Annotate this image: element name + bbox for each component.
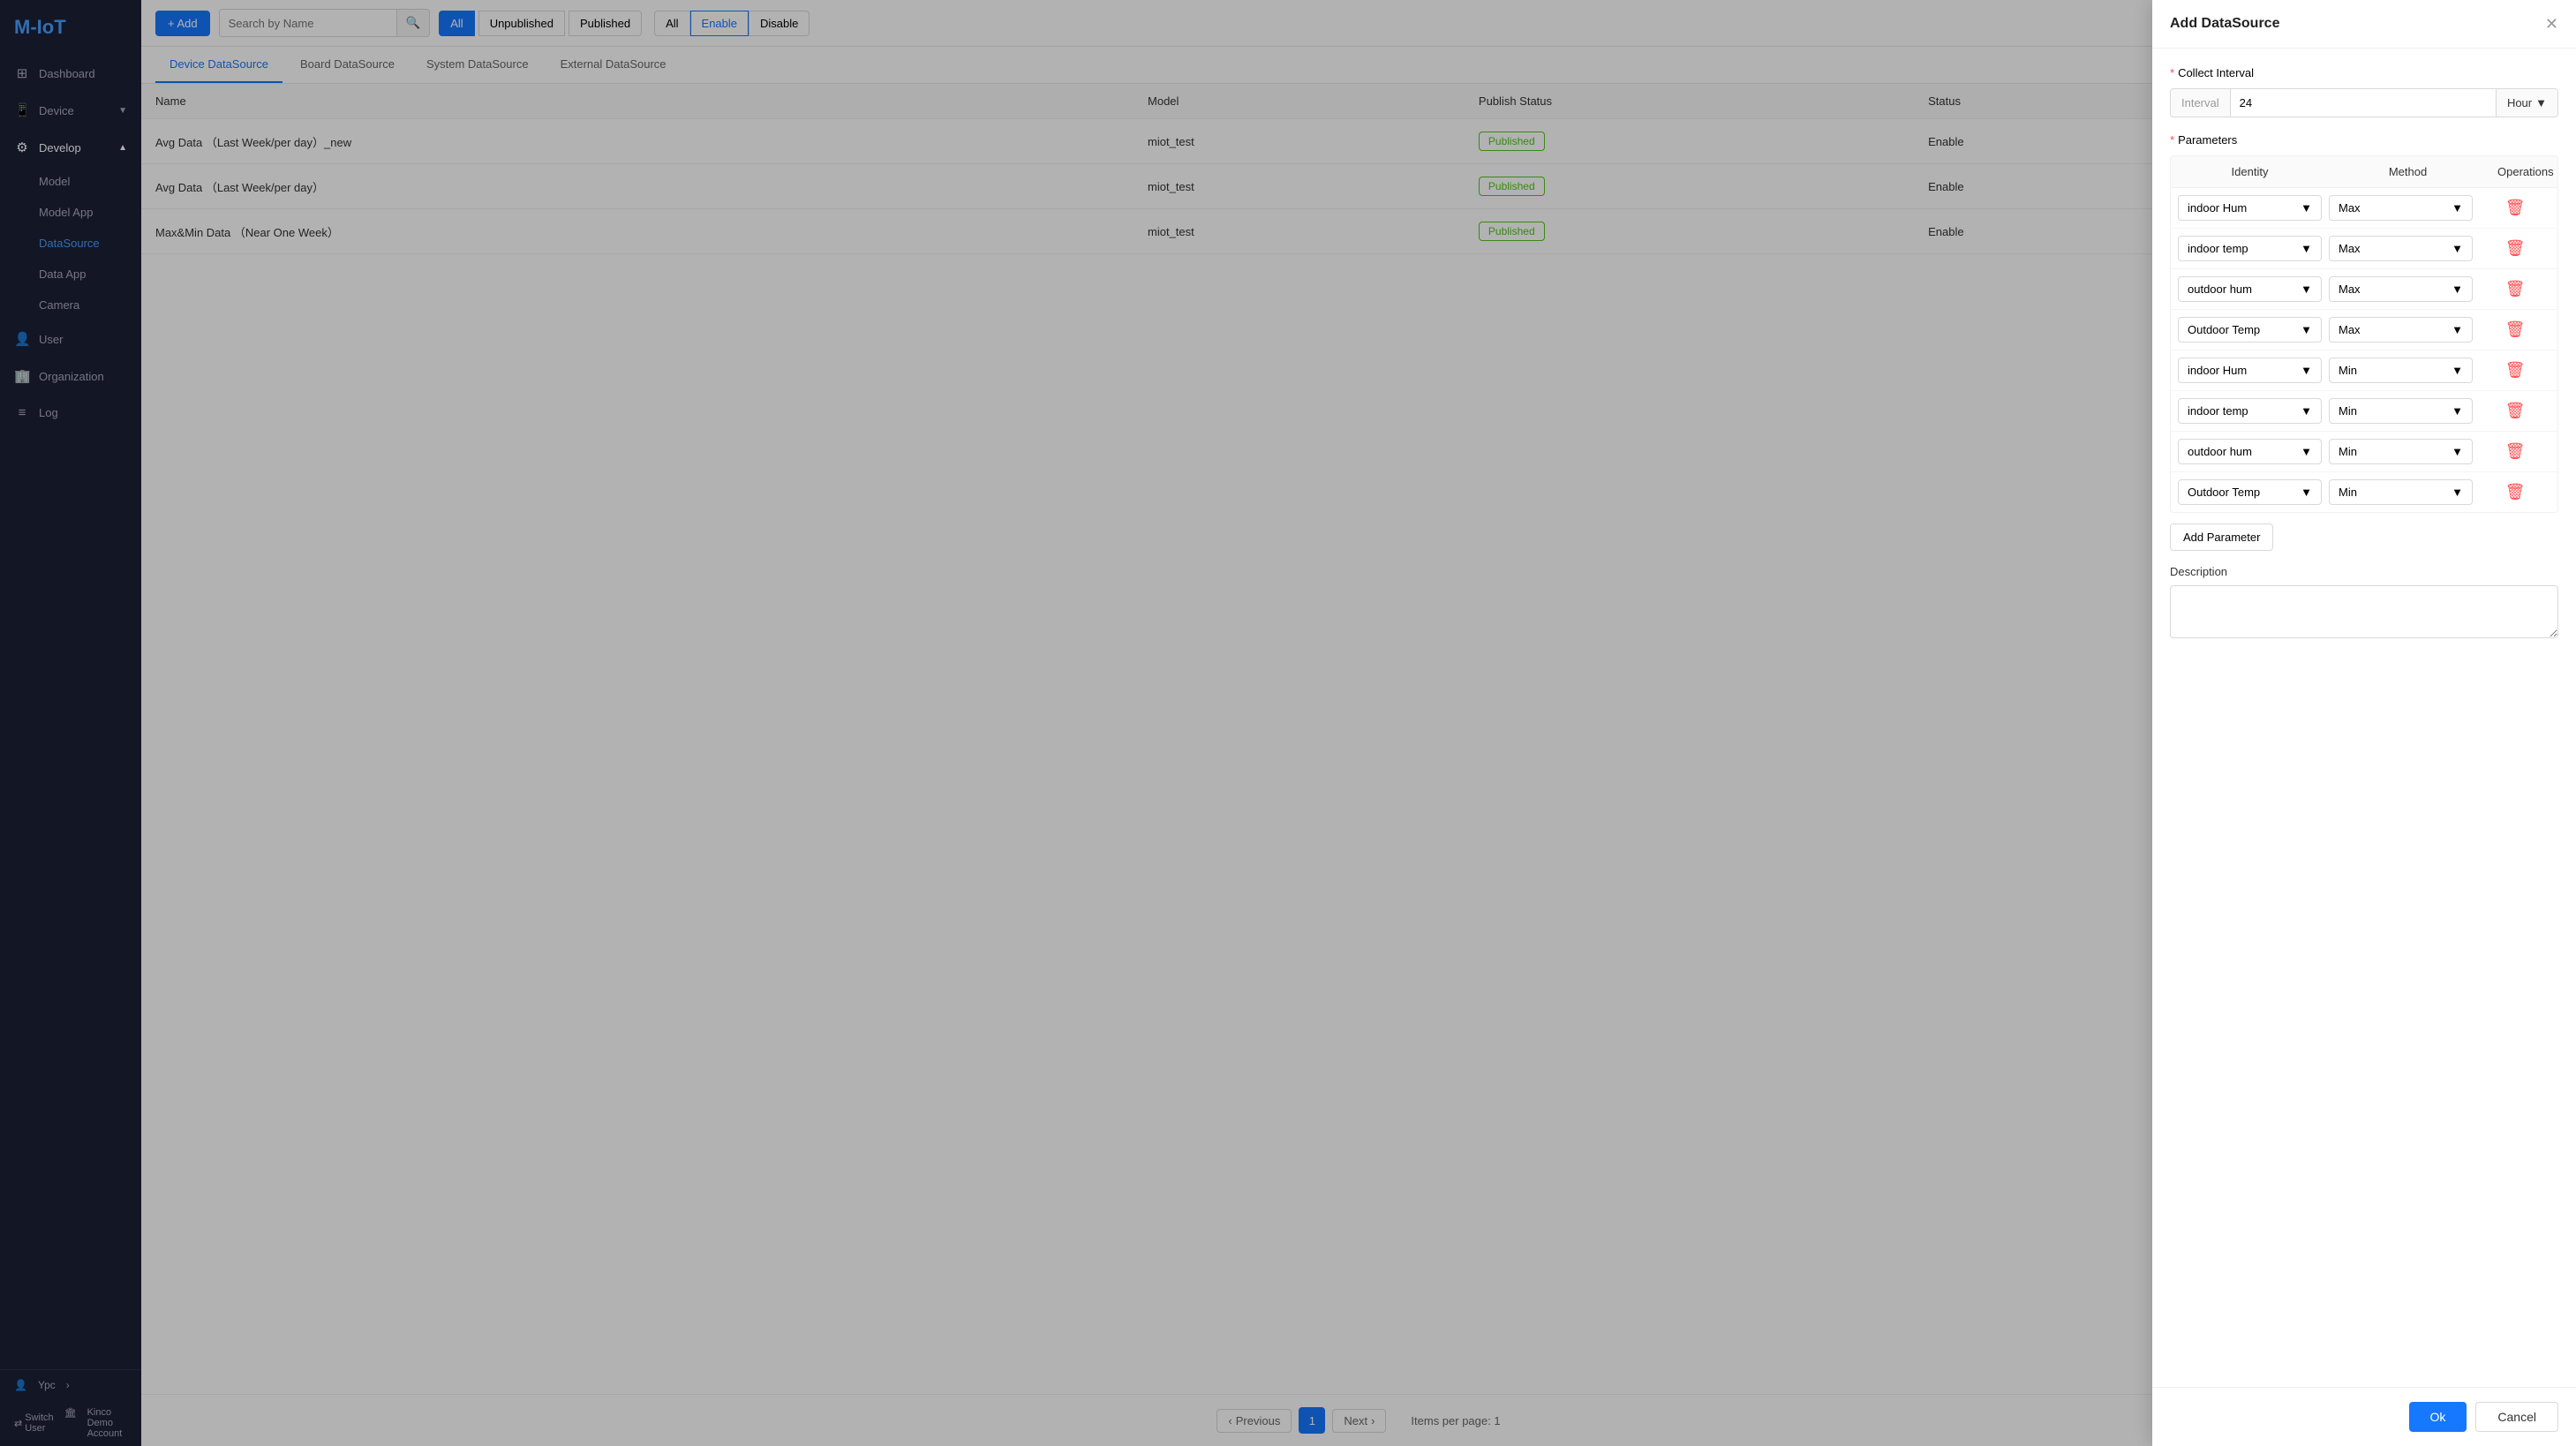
- drawer-footer: Ok Cancel: [2152, 1387, 2576, 1446]
- chevron-down-icon: ▼: [2535, 96, 2547, 109]
- param-row: outdoor hum ▼ Min ▼ 🗑: [2171, 432, 2557, 472]
- identity-select-5[interactable]: indoor temp ▼: [2178, 398, 2322, 424]
- delete-param-button-0[interactable]: 🗑: [2480, 199, 2550, 217]
- parameters-label: Parameters: [2178, 133, 2237, 147]
- collect-interval-label: Collect Interval: [2178, 66, 2254, 79]
- chevron-down-icon: ▼: [2301, 323, 2312, 336]
- delete-param-button-4[interactable]: 🗑: [2480, 361, 2550, 380]
- delete-param-button-2[interactable]: 🗑: [2480, 280, 2550, 298]
- interval-unit-value: Hour: [2507, 96, 2532, 109]
- params-header: Identity Method Operations: [2171, 156, 2557, 188]
- chevron-down-icon: ▼: [2301, 364, 2312, 377]
- identity-select-6[interactable]: outdoor hum ▼: [2178, 439, 2322, 464]
- chevron-down-icon: ▼: [2452, 242, 2463, 255]
- params-table: Identity Method Operations indoor Hum ▼ …: [2170, 155, 2558, 513]
- operations-col-header: Operations: [2487, 156, 2557, 187]
- add-parameter-button[interactable]: Add Parameter: [2170, 523, 2273, 551]
- collect-interval-row: Interval Hour ▼: [2170, 88, 2558, 117]
- param-row: outdoor hum ▼ Max ▼ 🗑: [2171, 269, 2557, 310]
- param-row: indoor temp ▼ Max ▼ 🗑: [2171, 229, 2557, 269]
- param-row: Outdoor Temp ▼ Max ▼ 🗑: [2171, 310, 2557, 350]
- chevron-down-icon: ▼: [2301, 486, 2312, 499]
- method-select-4[interactable]: Min ▼: [2329, 358, 2473, 383]
- identity-select-1[interactable]: indoor temp ▼: [2178, 236, 2322, 261]
- interval-unit-select[interactable]: Hour ▼: [2496, 89, 2557, 117]
- identity-select-7[interactable]: Outdoor Temp ▼: [2178, 479, 2322, 505]
- method-select-6[interactable]: Min ▼: [2329, 439, 2473, 464]
- method-select-2[interactable]: Max ▼: [2329, 276, 2473, 302]
- drawer-body: * Collect Interval Interval Hour ▼ * Par…: [2152, 49, 2576, 1387]
- delete-param-button-5[interactable]: 🗑: [2480, 402, 2550, 420]
- description-textarea[interactable]: [2170, 585, 2558, 638]
- chevron-down-icon: ▼: [2301, 445, 2312, 458]
- delete-param-button-3[interactable]: 🗑: [2480, 320, 2550, 339]
- chevron-down-icon: ▼: [2452, 282, 2463, 296]
- identity-select-2[interactable]: outdoor hum ▼: [2178, 276, 2322, 302]
- chevron-down-icon: ▼: [2452, 323, 2463, 336]
- cancel-button[interactable]: Cancel: [2475, 1402, 2558, 1432]
- chevron-down-icon: ▼: [2452, 486, 2463, 499]
- identity-select-4[interactable]: indoor Hum ▼: [2178, 358, 2322, 383]
- chevron-down-icon: ▼: [2452, 445, 2463, 458]
- close-button[interactable]: ✕: [2545, 16, 2558, 32]
- drawer-title: Add DataSource: [2170, 16, 2279, 32]
- method-select-5[interactable]: Min ▼: [2329, 398, 2473, 424]
- interval-input[interactable]: [2231, 89, 2496, 117]
- param-row: indoor temp ▼ Min ▼ 🗑: [2171, 391, 2557, 432]
- chevron-down-icon: ▼: [2452, 201, 2463, 215]
- identity-select-3[interactable]: Outdoor Temp ▼: [2178, 317, 2322, 343]
- chevron-down-icon: ▼: [2301, 404, 2312, 418]
- param-row: Outdoor Temp ▼ Min ▼ 🗑: [2171, 472, 2557, 512]
- identity-col-header: Identity: [2171, 156, 2329, 187]
- drawer-header: Add DataSource ✕: [2152, 0, 2576, 49]
- param-row: indoor Hum ▼ Max ▼ 🗑: [2171, 188, 2557, 229]
- add-datasource-drawer: Add DataSource ✕ * Collect Interval Inte…: [2152, 0, 2576, 1446]
- identity-select-0[interactable]: indoor Hum ▼: [2178, 195, 2322, 221]
- chevron-down-icon: ▼: [2301, 282, 2312, 296]
- method-select-0[interactable]: Max ▼: [2329, 195, 2473, 221]
- parameters-section: * Parameters: [2170, 133, 2558, 147]
- description-label: Description: [2170, 565, 2558, 578]
- param-row: indoor Hum ▼ Min ▼ 🗑: [2171, 350, 2557, 391]
- delete-param-button-7[interactable]: 🗑: [2480, 483, 2550, 501]
- interval-label: Interval: [2171, 89, 2231, 117]
- delete-param-button-6[interactable]: 🗑: [2480, 442, 2550, 461]
- delete-param-button-1[interactable]: 🗑: [2480, 239, 2550, 258]
- chevron-down-icon: ▼: [2452, 404, 2463, 418]
- ok-button[interactable]: Ok: [2409, 1402, 2467, 1432]
- chevron-down-icon: ▼: [2301, 242, 2312, 255]
- method-select-3[interactable]: Max ▼: [2329, 317, 2473, 343]
- add-param-label: Add Parameter: [2183, 531, 2260, 544]
- collect-interval-section: * Collect Interval: [2170, 66, 2558, 79]
- method-col-header: Method: [2329, 156, 2487, 187]
- chevron-down-icon: ▼: [2301, 201, 2312, 215]
- chevron-down-icon: ▼: [2452, 364, 2463, 377]
- method-select-1[interactable]: Max ▼: [2329, 236, 2473, 261]
- method-select-7[interactable]: Min ▼: [2329, 479, 2473, 505]
